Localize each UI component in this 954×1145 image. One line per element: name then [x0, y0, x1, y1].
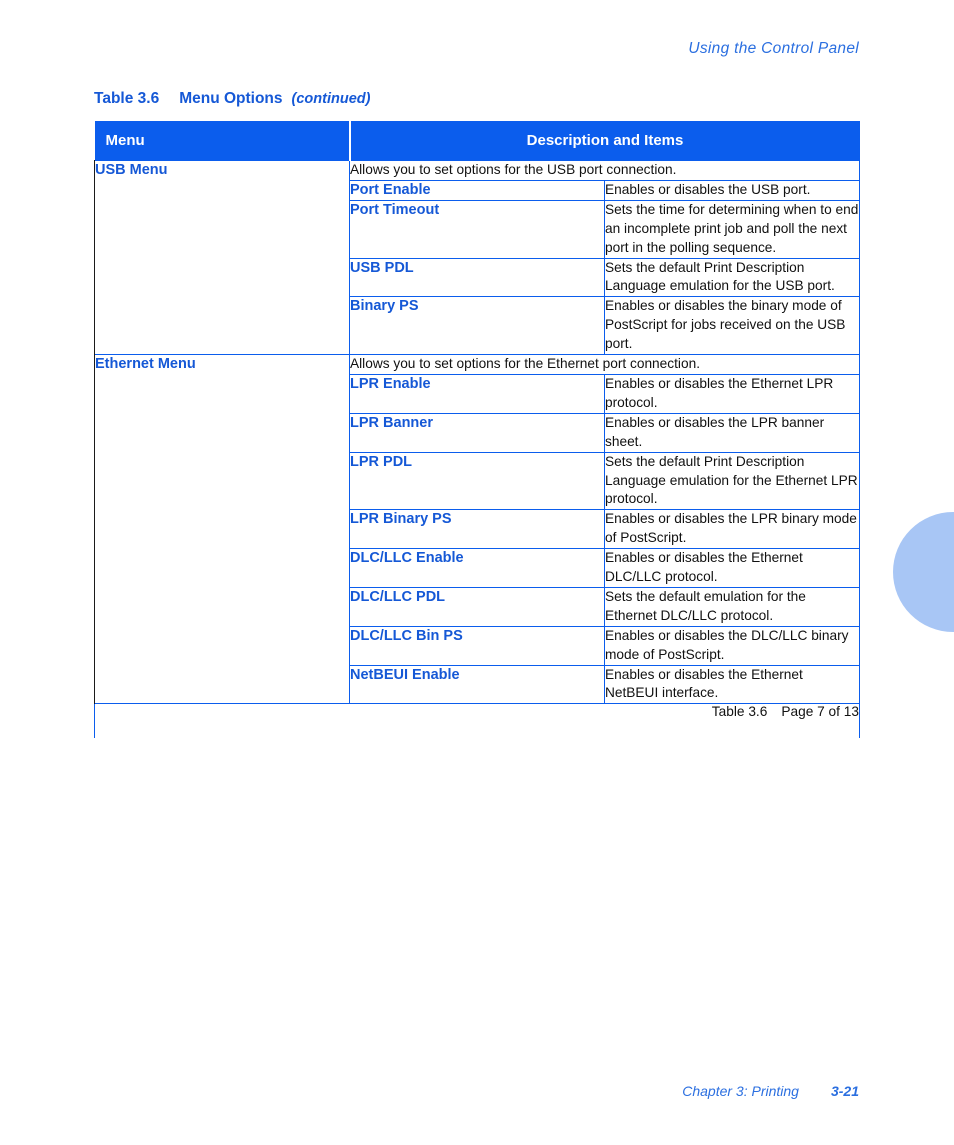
- menu-item-name: Port Timeout: [349, 199, 605, 259]
- menu-item-name: Binary PS: [349, 296, 605, 355]
- menu-item-description: Enables or disables the LPR binary mode …: [604, 509, 860, 549]
- table-caption: Table 3.6 Menu Options (continued): [94, 90, 370, 108]
- menu-item-name: LPR Banner: [349, 412, 605, 453]
- page-footer-chapter: Chapter 3: Printing: [682, 1083, 799, 1099]
- document-page: Using the Control Panel Table 3.6 Menu Op…: [0, 0, 954, 1145]
- table-body: USB Menu Allows you to set options for t…: [94, 159, 860, 739]
- edge-thumb-tab: [893, 512, 954, 632]
- menu-group-name: USB Menu: [94, 159, 350, 355]
- table-caption-number: Table 3.6: [94, 90, 160, 107]
- table-footer-row: Table 3.6 Page 7 of 13: [94, 703, 860, 739]
- table-caption-title: Menu Options: [179, 90, 283, 107]
- menu-item-name: LPR PDL: [349, 451, 605, 510]
- table-footer-spacer: [94, 703, 605, 739]
- menu-group-name: Ethernet Menu: [94, 354, 350, 704]
- page-number: 3-21: [830, 1083, 859, 1099]
- menu-item-name: DLC/LLC Bin PS: [349, 625, 605, 666]
- menu-item-name: Port Enable: [349, 179, 605, 201]
- menu-group-intro: Allows you to set options for the Ethern…: [349, 354, 860, 375]
- menu-item-description: Sets the time for determining when to en…: [604, 199, 860, 259]
- table-row: Ethernet Menu Allows you to set options …: [94, 354, 860, 704]
- menu-item-description: Enables or disables the DLC/LLC binary m…: [604, 625, 860, 666]
- page-footer: Chapter 3: Printing 3-21: [682, 1083, 859, 1099]
- running-header: Using the Control Panel: [688, 40, 859, 57]
- menu-item-name: NetBEUI Enable: [349, 664, 605, 704]
- menu-options-table: Menu Description and Items USB Menu Allo…: [94, 121, 860, 739]
- menu-item-description: Sets the default emulation for the Ether…: [604, 586, 860, 627]
- menu-item-description: Enables or disables the Ethernet LPR pro…: [604, 373, 860, 414]
- menu-item-description: Enables or disables the Ethernet NetBEUI…: [604, 664, 860, 704]
- menu-item-description: Enables or disables the Ethernet DLC/LLC…: [604, 548, 860, 588]
- menu-item-description: Enables or disables the USB port.: [604, 179, 860, 201]
- menu-group-intro: Allows you to set options for the USB po…: [349, 160, 860, 181]
- menu-item-name: DLC/LLC PDL: [349, 586, 605, 627]
- table-footer-page: Page 7 of 13: [781, 704, 859, 720]
- table-row: USB Menu Allows you to set options for t…: [94, 159, 860, 355]
- column-header-menu: Menu: [94, 121, 351, 161]
- table-footer-label: Table 3.6: [711, 704, 768, 720]
- menu-item-description: Sets the default Print Description Langu…: [604, 451, 860, 510]
- menu-item-name: LPR Enable: [349, 373, 605, 414]
- menu-item-description: Sets the default Print Description Langu…: [604, 257, 860, 297]
- table-header-row: Menu Description and Items: [94, 121, 860, 161]
- menu-item-name: USB PDL: [349, 257, 605, 297]
- table-footer-pagination: Table 3.6 Page 7 of 13: [604, 703, 860, 739]
- table-caption-continued: (continued): [291, 91, 371, 107]
- menu-item-name: LPR Binary PS: [349, 509, 605, 549]
- menu-item-name: DLC/LLC Enable: [349, 548, 605, 588]
- menu-item-description: Enables or disables the LPR banner sheet…: [604, 412, 860, 453]
- column-header-description: Description and Items: [349, 121, 860, 161]
- menu-item-description: Enables or disables the binary mode of P…: [604, 296, 860, 355]
